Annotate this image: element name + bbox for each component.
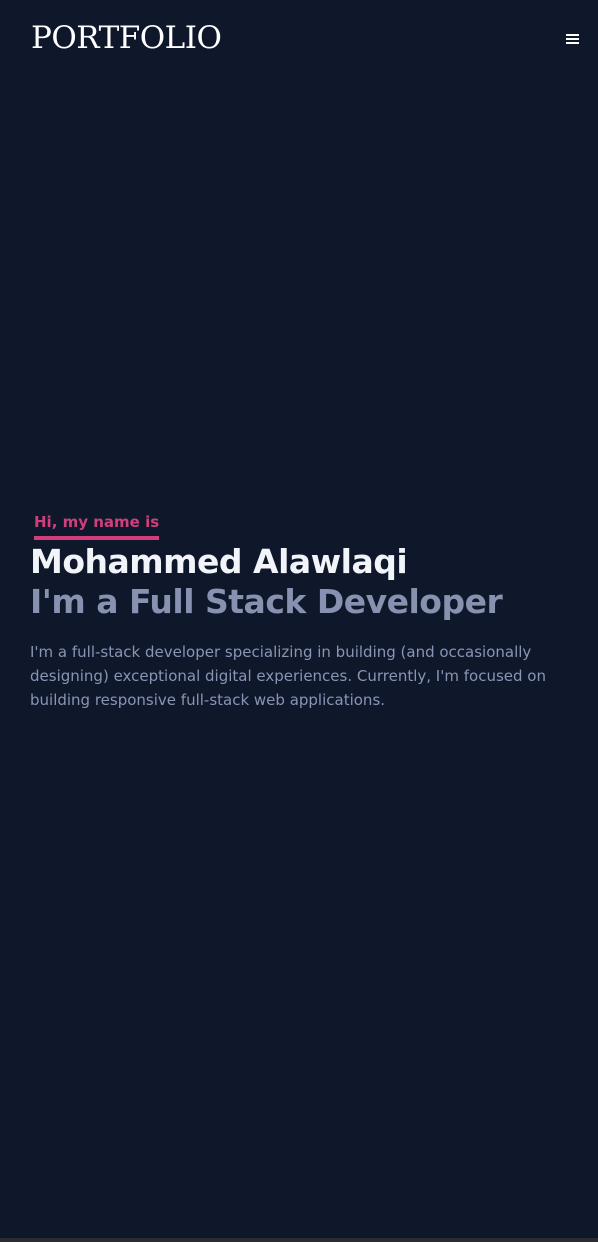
greeting-text: Hi, my name is xyxy=(34,508,160,540)
hero-name: Mohammed Alawlaqi xyxy=(30,542,408,581)
menu-bar-top xyxy=(566,34,579,36)
hero-section: Hi, my name is Mohammed Alawlaqi I'm a F… xyxy=(30,508,570,712)
hero-role: I'm a Full Stack Developer xyxy=(30,582,503,621)
bottom-edge-bar xyxy=(0,1238,598,1242)
menu-bar-middle xyxy=(566,38,579,40)
hero-bio: I'm a full-stack developer specializing … xyxy=(30,643,546,709)
site-header: PORTFOLIO xyxy=(0,0,598,80)
site-logo[interactable]: PORTFOLIO xyxy=(31,18,222,58)
hamburger-menu-icon[interactable] xyxy=(564,31,582,47)
menu-bar-bottom xyxy=(566,42,579,44)
